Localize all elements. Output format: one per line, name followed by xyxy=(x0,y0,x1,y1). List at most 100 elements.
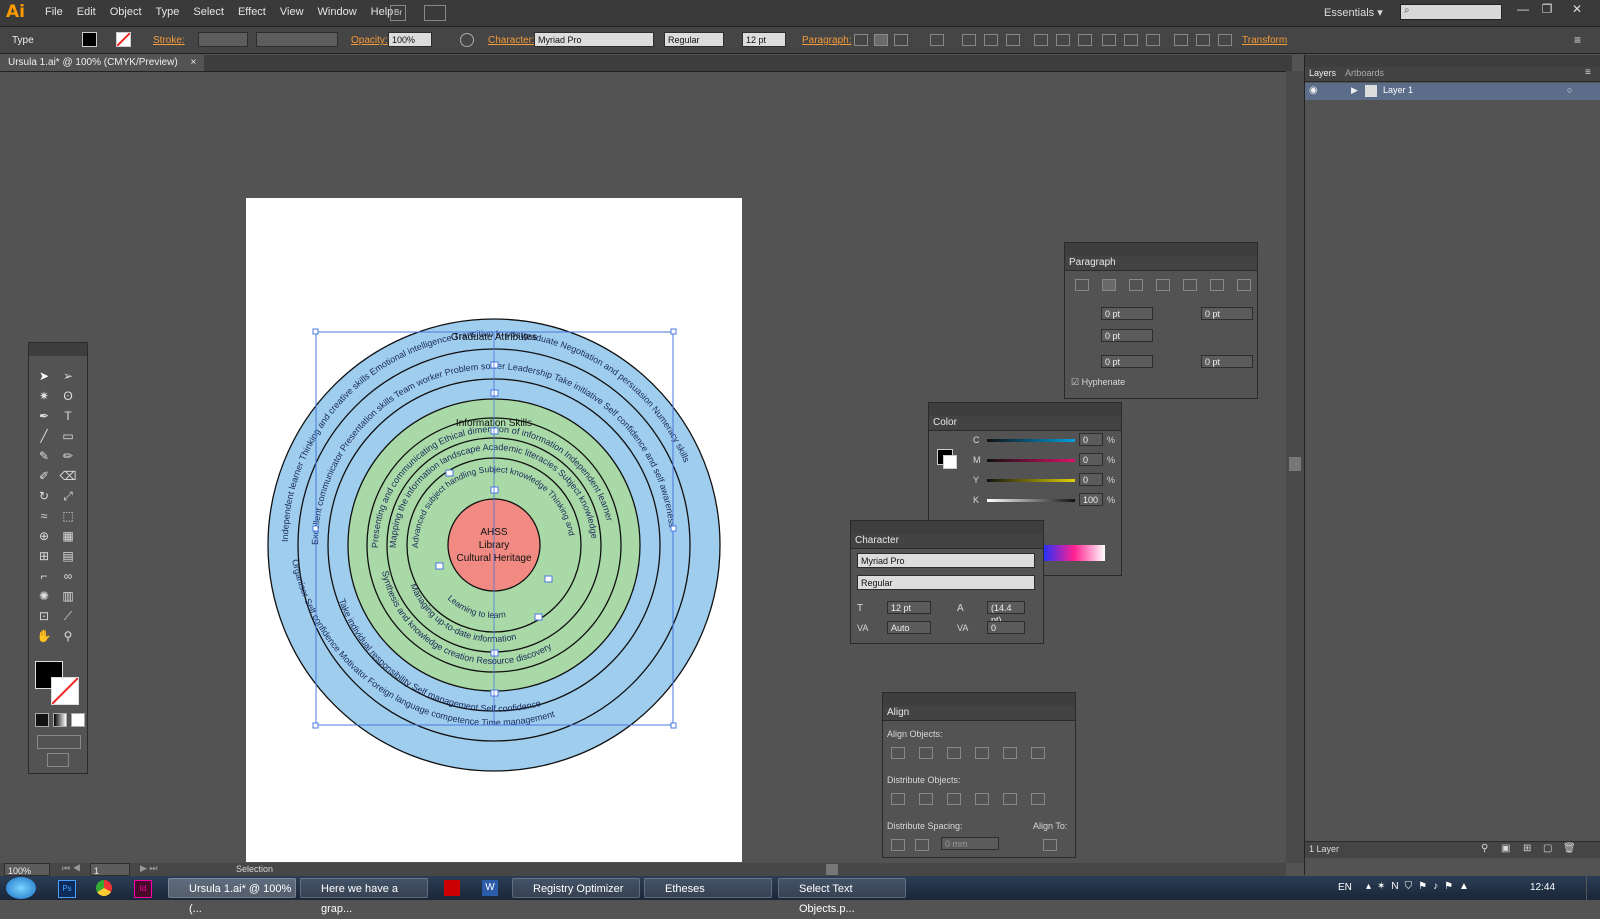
justify-left-icon[interactable] xyxy=(1156,279,1170,291)
line-tool-icon[interactable]: ╱ xyxy=(35,427,53,445)
align-panel-titlebar[interactable] xyxy=(883,693,1075,706)
distribute-bottom-edges-icon[interactable] xyxy=(947,793,961,805)
workspace-switcher[interactable]: Essentials ▾ xyxy=(1324,6,1383,19)
shape-builder-tool-icon[interactable]: ⊕ xyxy=(35,527,53,545)
system-tray-icons[interactable]: ▴✶N⛉⚑♪⚑▲ xyxy=(1366,881,1475,892)
eyedropper-tool-icon[interactable]: ⌐ xyxy=(35,567,53,585)
perspective-grid-tool-icon[interactable]: ▦ xyxy=(59,527,77,545)
stroke-color-swatch[interactable] xyxy=(51,677,79,705)
hand-tool-icon[interactable]: ✋ xyxy=(35,627,53,645)
paragraph-panel-titlebar[interactable] xyxy=(1065,243,1257,256)
space-before-field[interactable]: 0 pt xyxy=(1101,355,1153,368)
lasso-tool-icon[interactable]: ʘ xyxy=(59,387,77,405)
color-mode-icon[interactable] xyxy=(35,713,49,727)
artboard-number-field[interactable]: 1 xyxy=(90,863,130,876)
task-registry-optimizer[interactable]: Registry Optimizer xyxy=(512,878,640,898)
tab-layers[interactable]: Layers xyxy=(1309,68,1336,78)
artboard-nav-next-icon[interactable]: ▶ ⏭ xyxy=(140,863,158,874)
justify-right-icon[interactable] xyxy=(1210,279,1224,291)
warp-tool-icon[interactable]: ≈ xyxy=(35,507,53,525)
align-center-icon[interactable] xyxy=(1102,279,1116,291)
k-value-field[interactable]: 100 xyxy=(1079,493,1103,506)
y-slider[interactable] xyxy=(987,479,1075,482)
type-tool-icon[interactable]: T xyxy=(59,407,77,425)
visibility-eye-icon[interactable]: ◉ xyxy=(1309,85,1318,96)
vertical-scrollbar[interactable] xyxy=(1286,71,1304,863)
direct-selection-tool-icon[interactable]: ➢ xyxy=(59,367,77,385)
paintbrush-tool-icon[interactable]: ✎ xyxy=(35,447,53,465)
restore-button[interactable]: ❐ xyxy=(1536,2,1558,18)
character-style-select[interactable]: Regular xyxy=(857,575,1035,590)
search-input[interactable]: ⌕ xyxy=(1400,4,1502,20)
align-right-icon[interactable] xyxy=(1129,279,1143,291)
distribute-left-edges-icon[interactable] xyxy=(975,793,989,805)
align-to-selection-icon[interactable] xyxy=(1043,839,1057,851)
eraser-tool-icon[interactable]: ⌫ xyxy=(59,467,77,485)
align-left-edges-icon[interactable] xyxy=(891,747,905,759)
blend-tool-icon[interactable]: ∞ xyxy=(59,567,77,585)
slice-tool-icon[interactable]: ⟋ xyxy=(59,607,77,625)
free-transform-tool-icon[interactable]: ⬚ xyxy=(59,507,77,525)
character-size-field[interactable]: 12 pt xyxy=(887,601,931,614)
minimize-button[interactable]: — xyxy=(1512,2,1534,18)
layer-row[interactable]: ◉ ▶ Layer 1 ○ xyxy=(1305,83,1600,100)
expand-triangle-icon[interactable]: ▶ xyxy=(1351,85,1358,96)
close-button[interactable]: ✕ xyxy=(1566,2,1588,18)
task-illustrator[interactable]: Ursula 1.ai* @ 100% (... xyxy=(168,878,296,915)
gradient-tool-icon[interactable]: ▤ xyxy=(59,547,77,565)
color-spectrum[interactable] xyxy=(1043,545,1105,561)
gradient-mode-icon[interactable] xyxy=(53,713,67,727)
kerning-field[interactable]: Auto xyxy=(887,621,931,634)
first-line-indent-field[interactable]: 0 pt xyxy=(1101,329,1153,342)
k-slider[interactable] xyxy=(987,499,1075,502)
align-bottom-edges-icon[interactable] xyxy=(1031,747,1045,759)
distribute-right-edges-icon[interactable] xyxy=(1031,793,1045,805)
locate-object-icon[interactable]: ⚲ xyxy=(1481,843,1488,854)
magic-wand-tool-icon[interactable]: ✷ xyxy=(35,387,53,405)
leading-field[interactable]: (14.4 pt) xyxy=(987,601,1025,625)
tracking-field[interactable]: 0 xyxy=(987,621,1025,634)
status-tool-label[interactable]: Selection xyxy=(236,864,273,874)
pencil-tool-icon[interactable]: ✏ xyxy=(59,447,77,465)
horizontal-scroll-thumb[interactable] xyxy=(826,864,838,875)
right-indent-field[interactable]: 0 pt xyxy=(1201,307,1253,320)
c-value-field[interactable]: 0 xyxy=(1079,433,1103,446)
zoom-field[interactable]: 100% xyxy=(4,863,50,876)
selection-tool-icon[interactable]: ➤ xyxy=(35,367,53,385)
zoom-tool-icon[interactable]: ⚲ xyxy=(59,627,77,645)
hyphenate-checkbox[interactable]: ☑ Hyphenate xyxy=(1071,377,1125,388)
artboard-nav-prev-icon[interactable]: ⏮ ◀ xyxy=(62,863,81,874)
indesign-icon[interactable]: Id xyxy=(134,880,152,898)
photoshop-icon[interactable]: Ps xyxy=(58,880,76,898)
align-right-edges-icon[interactable] xyxy=(947,747,961,759)
color-panel-titlebar[interactable] xyxy=(929,403,1121,416)
tools-panel-titlebar[interactable] xyxy=(29,343,87,356)
character-font-select[interactable]: Myriad Pro xyxy=(857,553,1035,568)
acrobat-icon[interactable] xyxy=(444,880,460,896)
none-mode-icon[interactable] xyxy=(71,713,85,727)
m-slider[interactable] xyxy=(987,459,1075,462)
left-indent-field[interactable]: 0 pt xyxy=(1101,307,1153,320)
chrome-icon[interactable] xyxy=(96,880,112,896)
dock-titlebar[interactable] xyxy=(1305,55,1600,67)
task-select-text-objects[interactable]: Select Text Objects.p... xyxy=(778,878,906,915)
justify-all-icon[interactable] xyxy=(1237,279,1251,291)
blob-brush-tool-icon[interactable]: ✐ xyxy=(35,467,53,485)
tab-artboards[interactable]: Artboards xyxy=(1345,68,1384,78)
color-stroke-swatch[interactable] xyxy=(943,455,957,469)
new-layer-icon[interactable]: ▢ xyxy=(1543,843,1552,854)
drawing-modes-icon[interactable] xyxy=(37,735,81,749)
start-button-icon[interactable] xyxy=(6,877,36,899)
spacing-value-field[interactable]: 0 mm xyxy=(941,837,999,850)
show-desktop-button[interactable] xyxy=(1586,876,1599,900)
layer-name[interactable]: Layer 1 xyxy=(1383,85,1413,95)
y-value-field[interactable]: 0 xyxy=(1079,473,1103,486)
rotate-tool-icon[interactable]: ↻ xyxy=(35,487,53,505)
c-slider[interactable] xyxy=(987,439,1075,442)
distribute-hcenters-icon[interactable] xyxy=(1003,793,1017,805)
space-after-field[interactable]: 0 pt xyxy=(1201,355,1253,368)
graph-tool-icon[interactable]: ▥ xyxy=(59,587,77,605)
align-vertical-centers-icon[interactable] xyxy=(1003,747,1017,759)
vertical-scroll-thumb[interactable] xyxy=(1289,457,1301,471)
task-firefox[interactable]: Here we have a grap... xyxy=(300,878,428,915)
